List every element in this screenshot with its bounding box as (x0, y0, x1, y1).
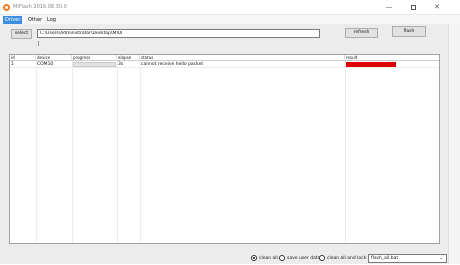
radio-label-clean-all[interactable]: clean all (259, 256, 278, 263)
title-bar: MiFlash 2016.08.30.0 — ✕ (0, 0, 460, 15)
radio-clean-all-and-lock[interactable] (319, 255, 325, 261)
radio-label-save-user-data[interactable]: save user data (287, 256, 320, 263)
path-input[interactable] (37, 29, 320, 38)
radio-save-user-data[interactable] (279, 255, 285, 261)
flash-button[interactable]: flash (392, 26, 426, 37)
menu-other[interactable]: Other (26, 16, 44, 24)
refresh-button[interactable]: refresh (345, 28, 378, 38)
cell-result (346, 62, 396, 67)
column-divider (140, 61, 141, 243)
select-button[interactable]: select (11, 29, 32, 39)
minimize-button[interactable]: — (378, 0, 400, 15)
menu-bar: Driver Other Log (0, 15, 460, 24)
column-divider (345, 61, 346, 243)
cell-elapse: 3s (118, 62, 124, 67)
table-row[interactable]: 1 COM10 3s cannot receive hello packet (10, 61, 439, 68)
progress-bar (73, 62, 116, 67)
device-table[interactable]: id device progress elapse status result … (9, 54, 440, 244)
flash-options-bar: clean all save user data clean all and l… (0, 253, 448, 265)
cell-id: 1 (11, 62, 14, 67)
maximize-button[interactable] (402, 0, 424, 15)
cell-status: cannot receive hello packet (141, 62, 204, 67)
text-cursor (38, 41, 39, 46)
mi-logo-icon (3, 4, 10, 11)
column-divider (36, 61, 37, 243)
column-divider (117, 61, 118, 243)
close-button[interactable]: ✕ (426, 0, 448, 15)
cell-device: COM10 (37, 62, 54, 67)
flash-script-value: flash_all.bat (371, 256, 399, 261)
maximize-icon (410, 4, 416, 10)
window-title: MiFlash 2016.08.30.0 (13, 4, 67, 10)
column-divider (72, 61, 73, 243)
menu-driver[interactable]: Driver (3, 16, 23, 24)
radio-label-clean-all-and-lock[interactable]: clean all and lock (327, 256, 366, 263)
window-right-edge (448, 24, 460, 264)
radio-clean-all[interactable] (251, 255, 257, 261)
menu-log[interactable]: Log (45, 16, 58, 24)
chevron-down-icon[interactable]: ⌄ (438, 255, 445, 262)
flash-script-dropdown[interactable]: flash_all.bat ⌄ (368, 254, 447, 263)
